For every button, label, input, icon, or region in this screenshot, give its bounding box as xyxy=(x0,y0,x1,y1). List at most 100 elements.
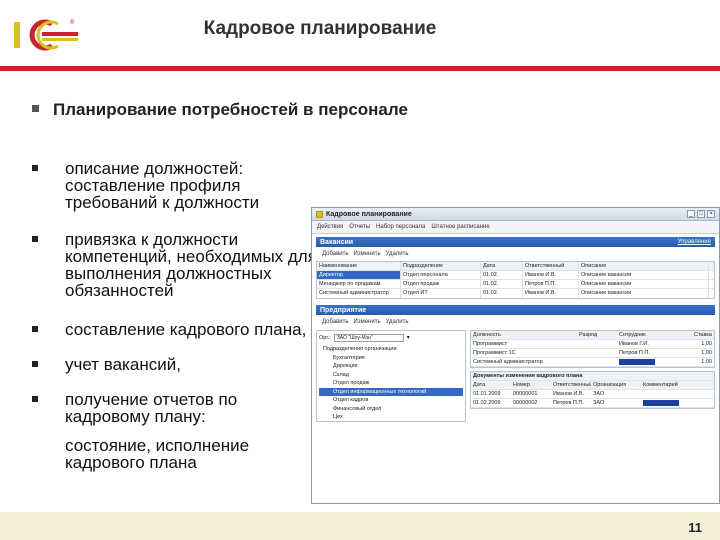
vacancies-section-bar: Вакансии Управление xyxy=(316,237,715,247)
enterprise-toolbar: Добавить Изменить Удалить xyxy=(316,317,715,327)
table-cell: Петров П.П. xyxy=(553,400,584,406)
delete-button[interactable]: Удалить xyxy=(386,319,409,325)
table-cell xyxy=(577,349,617,357)
table-cell: 1,00 xyxy=(701,341,712,347)
redacted-mark xyxy=(619,358,655,365)
edit-button[interactable]: Изменить xyxy=(354,319,381,325)
column-header[interactable]: Дата xyxy=(471,381,511,389)
table-cell: Описание вакансии xyxy=(579,289,709,298)
table-cell: Иванов Г.И. xyxy=(619,341,649,347)
window-toolbar: Действия Отчеты Набор персонала Штатное … xyxy=(312,221,719,234)
column-header[interactable]: Номер xyxy=(511,381,551,389)
table-row[interactable]: Системный администратор 1,00 xyxy=(471,358,714,367)
tree-node[interactable]: Отдел продаж xyxy=(319,379,463,388)
bullet-item: составление кадрового плана, xyxy=(32,321,322,338)
column-header[interactable]: Комментарий xyxy=(641,381,714,389)
table-cell: Программист 1С xyxy=(473,350,516,356)
tree-node[interactable]: Бухгалтерия xyxy=(319,354,463,363)
table-cell: Системный администратор xyxy=(317,289,401,298)
table-row[interactable]: 01.01.2009 00000001 Иванов И.В. ЗАО xyxy=(471,390,714,399)
bullet-item-continuation: состояние, исполнение кадрового плана xyxy=(32,437,322,471)
maximize-icon[interactable]: □ xyxy=(697,210,705,218)
app-window: Кадровое планирование _ □ × Действия Отч… xyxy=(311,207,720,504)
table-cell: Отдел персонала xyxy=(401,271,481,279)
column-header[interactable]: Организация xyxy=(591,381,641,389)
table-cell: ЗАО xyxy=(593,400,605,406)
table-header-row: Наименование Подразделение Дата Ответств… xyxy=(317,262,714,271)
table-row[interactable]: 01.02.2009 00000002 Петров П.П. ЗАО xyxy=(471,399,714,408)
table-cell xyxy=(617,358,684,366)
table-cell: Менеджер по продажам xyxy=(317,280,401,288)
column-header[interactable]: Дата xyxy=(481,262,523,270)
square-bullet-icon xyxy=(32,105,39,113)
plan-documents-table: Документы изменения кадрового плана Дата… xyxy=(470,371,715,409)
table-header-row: Должность Разряд Сотрудник Ставка xyxy=(471,331,714,340)
tree-node[interactable]: Подразделения организации xyxy=(319,345,463,354)
table-cell xyxy=(577,358,617,366)
1c-logo: ® xyxy=(14,19,78,51)
chevron-down-icon[interactable]: ▾ xyxy=(407,334,410,341)
table-cell: Иванов И.В. xyxy=(523,271,579,279)
right-panels: Должность Разряд Сотрудник Ставка Програ… xyxy=(470,330,715,422)
table-cell: 01.01.2009 xyxy=(473,391,501,397)
table-cell: 1,00 xyxy=(701,359,712,365)
footer-band xyxy=(0,512,720,540)
table-cell: Петров П.П. xyxy=(523,280,579,288)
section-heading-text: Планирование потребностей в персонале xyxy=(53,100,408,119)
column-header[interactable]: Описание xyxy=(579,262,709,270)
header-rule xyxy=(0,66,720,71)
table-cell: Иванов И.В. xyxy=(553,391,585,397)
table-row[interactable]: Программист 1С Петров П.П. 1,00 xyxy=(471,349,714,358)
table-row[interactable]: Системный администратор Отдел ИТ 01.02. … xyxy=(317,289,714,298)
table-cell: Системный администратор xyxy=(473,359,543,365)
edit-vacancy-button[interactable]: Изменить xyxy=(354,251,381,257)
vacancies-table: Наименование Подразделение Дата Ответств… xyxy=(316,261,715,299)
tree-node-selected[interactable]: Отдел информационных технологий xyxy=(319,387,463,396)
table-cell: Отдел ИТ xyxy=(401,289,481,298)
column-header[interactable]: Разряд xyxy=(577,331,617,339)
enterprise-section-label: Предприятие xyxy=(320,306,367,314)
table-cell: Петров П.П. xyxy=(619,350,650,356)
bullet-icon xyxy=(32,326,38,332)
column-header[interactable]: Ответственный xyxy=(551,381,591,389)
window-titlebar: Кадровое планирование _ □ × xyxy=(312,208,719,221)
table-row[interactable]: Директор Отдел персонала 01.02. Иванов И… xyxy=(317,271,714,280)
bullet-text: описание должностей: составление профиля… xyxy=(65,159,260,212)
bullet-item: привязка к должности компетенций, необхо… xyxy=(32,231,322,299)
vacancies-manage-link[interactable]: Управление xyxy=(678,239,711,245)
bullet-text: привязка к должности компетенций, необхо… xyxy=(65,230,317,300)
add-button[interactable]: Добавить xyxy=(322,319,349,325)
column-header[interactable]: Подразделение xyxy=(401,262,481,270)
table-row[interactable]: Программист Иванов Г.И. 1,00 xyxy=(471,340,714,349)
column-header[interactable]: Сотрудник xyxy=(617,331,684,339)
table-title-row: Документы изменения кадрового плана xyxy=(471,372,714,381)
toolbar-recruitment[interactable]: Набор персонала xyxy=(376,224,425,230)
tree-node[interactable]: Склад xyxy=(319,371,463,380)
plan-documents-title: Документы изменения кадрового плана xyxy=(473,373,583,379)
tree-node[interactable]: Цех xyxy=(319,413,463,422)
toolbar-reports[interactable]: Отчеты xyxy=(349,224,370,230)
organization-input[interactable]: ЗАО "Шоу-Мэн" xyxy=(333,333,404,342)
table-cell: 01.02.2009 xyxy=(473,400,501,406)
column-header[interactable]: Ответственный xyxy=(523,262,579,270)
vacancies-toolbar: Добавить Изменить Удалить xyxy=(316,249,715,259)
page-number: 11 xyxy=(688,520,702,535)
tree-node[interactable]: Отдел кадров xyxy=(319,396,463,405)
enterprise-section-bar: Предприятие xyxy=(316,305,715,315)
positions-table: Должность Разряд Сотрудник Ставка Програ… xyxy=(470,330,715,368)
minimize-icon[interactable]: _ xyxy=(687,210,695,218)
close-icon[interactable]: × xyxy=(707,210,715,218)
add-vacancy-button[interactable]: Добавить xyxy=(322,251,349,257)
toolbar-staffing[interactable]: Штатное расписание xyxy=(431,224,489,230)
org-structure-tree: Орг.: ЗАО "Шоу-Мэн" ▾ Подразделения орга… xyxy=(316,330,466,422)
column-header[interactable]: Должность xyxy=(471,331,577,339)
table-row[interactable]: Менеджер по продажам Отдел продаж 01.02.… xyxy=(317,280,714,289)
tree-node[interactable]: Финансовый отдел xyxy=(319,405,463,414)
column-header[interactable]: Наименование xyxy=(317,262,401,270)
toolbar-actions[interactable]: Действия xyxy=(317,224,343,230)
delete-vacancy-button[interactable]: Удалить xyxy=(386,251,409,257)
bullet-icon xyxy=(32,236,38,242)
column-header[interactable]: Ставка xyxy=(684,331,714,339)
table-cell: Отдел продаж xyxy=(401,280,481,288)
tree-node[interactable]: Дирекция xyxy=(319,362,463,371)
